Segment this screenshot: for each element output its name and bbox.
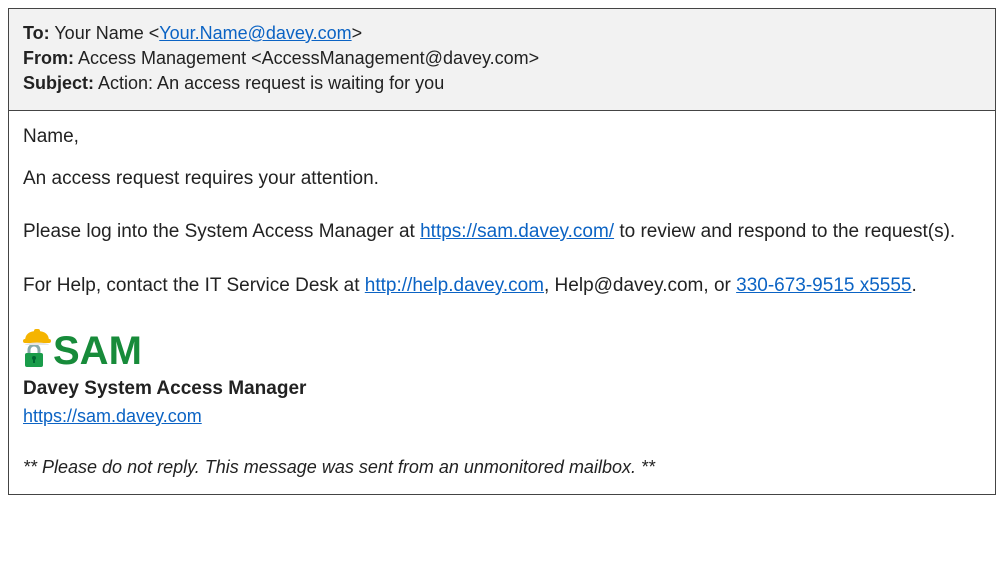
sam-logo: SAM [23, 325, 981, 371]
to-prefix: Your Name < [50, 23, 160, 43]
body-line-1: An access request requires your attentio… [23, 165, 981, 193]
help-url-link[interactable]: http://help.davey.com [365, 275, 544, 296]
sam-logo-text: SAM [53, 331, 142, 371]
signature-title: Davey System Access Manager [23, 375, 981, 403]
from-label: From: [23, 48, 74, 68]
signature-link[interactable]: https://sam.davey.com [23, 406, 202, 426]
signature-block: SAM Davey System Access Manager https://… [23, 325, 981, 430]
email-header: To: Your Name <Your.Name@davey.com> From… [9, 9, 995, 111]
from-value: Access Management <AccessManagement@dave… [74, 48, 539, 68]
subject-line: Subject: Action: An access request is wa… [23, 73, 981, 94]
to-email-link[interactable]: Your.Name@davey.com [159, 23, 351, 43]
from-line: From: Access Management <AccessManagemen… [23, 48, 981, 69]
line3-pre: For Help, contact the IT Service Desk at [23, 275, 365, 296]
body-line-2: Please log into the System Access Manage… [23, 218, 981, 246]
line2-pre: Please log into the System Access Manage… [23, 221, 420, 242]
subject-value: Action: An access request is waiting for… [94, 73, 444, 93]
hardhat-icon [23, 327, 51, 345]
subject-label: Subject: [23, 73, 94, 93]
footer-note: ** Please do not reply. This message was… [23, 454, 981, 480]
lock-icon [23, 343, 45, 369]
help-phone-link[interactable]: 330-673-9515 x5555 [736, 275, 911, 296]
line3-mid1: , Help@davey.com, or [544, 275, 736, 296]
sam-url-link[interactable]: https://sam.davey.com/ [420, 221, 614, 242]
email-body: Name, An access request requires your at… [9, 111, 995, 494]
to-line: To: Your Name <Your.Name@davey.com> [23, 23, 981, 44]
to-label: To: [23, 23, 50, 43]
to-suffix: > [352, 23, 363, 43]
email-message: To: Your Name <Your.Name@davey.com> From… [8, 8, 996, 495]
greeting: Name, [23, 123, 981, 151]
line2-post: to review and respond to the request(s). [614, 221, 955, 242]
line3-end: . [912, 275, 917, 296]
body-line-3: For Help, contact the IT Service Desk at… [23, 272, 981, 300]
